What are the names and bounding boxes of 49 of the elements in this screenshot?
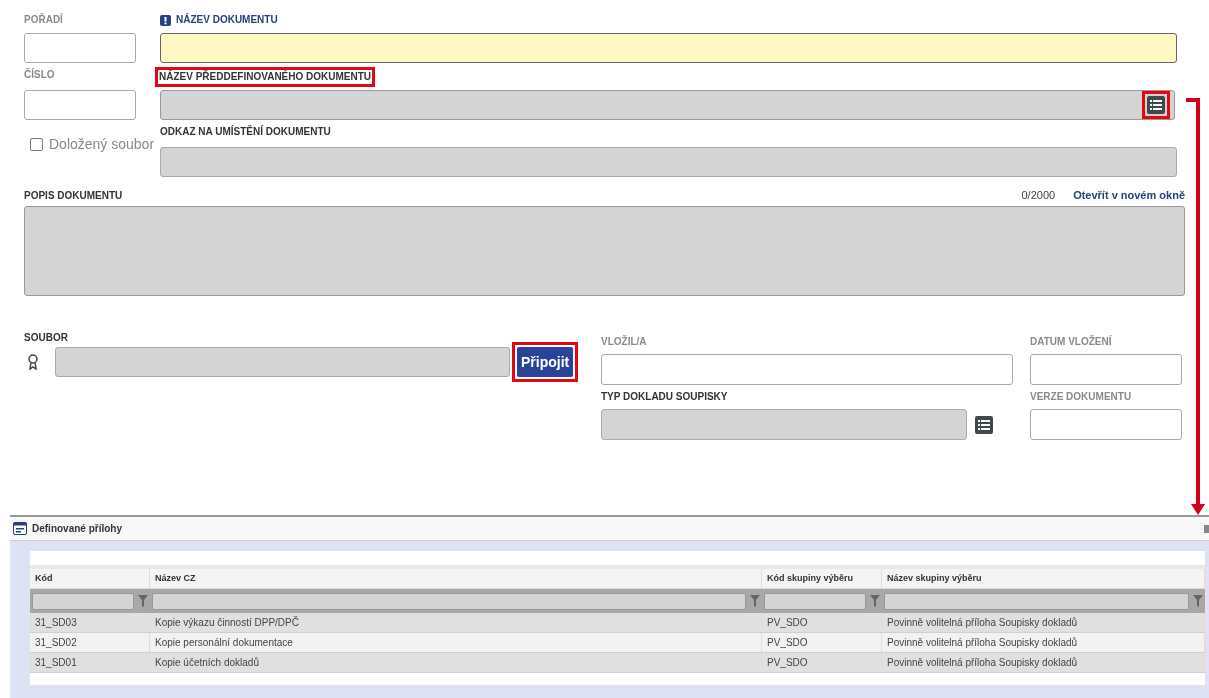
award-icon: [27, 354, 39, 370]
table-cell: PV_SDO: [762, 613, 882, 632]
filter-icon[interactable]: [750, 595, 760, 607]
table-cell: Povinně volitelná příloha Soupisky dokladů: [882, 633, 1205, 652]
text-field[interactable]: [601, 354, 1013, 385]
field-label: ODKAZ NA UMÍSTĚNÍ DOKUMENTU: [160, 125, 331, 139]
checkbox[interactable]: [30, 138, 43, 151]
field-label: DATUM VLOŽENÍ: [1030, 335, 1112, 349]
filter-field[interactable]: [152, 592, 746, 610]
column-header[interactable]: Název CZ: [150, 569, 762, 588]
field-label: VERZE DOKUMENTU: [1030, 390, 1132, 404]
field-label: SOUBOR: [24, 330, 68, 345]
window-icon: [13, 522, 27, 535]
filter-icon[interactable]: [138, 595, 148, 607]
checkbox-label: Doložený soubor: [49, 135, 155, 154]
table-cell: 31_SD01: [30, 653, 150, 672]
field-label: NÁZEV PŘEDDEFINOVANÉHO DOKUMENTU: [159, 70, 372, 84]
table-cell: 31_SD03: [30, 613, 150, 632]
table-cell: Kopie výkazu činností DPP/DPČ: [150, 613, 762, 632]
filter-field[interactable]: [32, 592, 134, 610]
text-field[interactable]: [160, 33, 1177, 63]
close-icon[interactable]: [1204, 524, 1209, 533]
filter-field[interactable]: [764, 592, 866, 610]
table-cell: Kopie účetních dokladů: [150, 653, 762, 672]
field-label: POŘADÍ: [24, 13, 63, 27]
table-cell: PV_SDO: [762, 633, 882, 652]
column-header[interactable]: Název skupiny výběru: [882, 569, 1205, 588]
filter-icon[interactable]: [1193, 595, 1203, 607]
table-cell: PV_SDO: [762, 653, 882, 672]
character-counter: 0/2000: [1021, 187, 1056, 203]
field-label: VLOŽIL/A: [601, 335, 647, 349]
list-icon[interactable]: [975, 415, 993, 434]
field-label: TYP DOKLADU SOUPISKY: [601, 390, 728, 404]
field-label: NÁZEV DOKUMENTU: [176, 13, 278, 27]
text-field[interactable]: [24, 90, 136, 120]
table-cell: 31_SD02: [30, 633, 150, 652]
field-label: ČÍSLO: [24, 68, 55, 82]
field-label: POPIS DOKUMENTU: [24, 188, 124, 203]
column-header[interactable]: Kód skupiny výběru: [762, 569, 882, 588]
text-field[interactable]: [24, 33, 136, 63]
table-cell: Povinně volitelná příloha Soupisky dokladů: [882, 613, 1205, 632]
table-cell: Povinně volitelná příloha Soupisky dokladů: [882, 653, 1205, 672]
text-field[interactable]: [1030, 354, 1182, 385]
text-field[interactable]: [1030, 409, 1182, 440]
column-header[interactable]: Kód: [30, 569, 150, 588]
dialog-title: Definované přílohy: [32, 522, 123, 536]
table-cell: Kopie personální dokumentace: [150, 633, 762, 652]
filter-field[interactable]: [884, 592, 1189, 610]
filter-icon[interactable]: [870, 595, 880, 607]
